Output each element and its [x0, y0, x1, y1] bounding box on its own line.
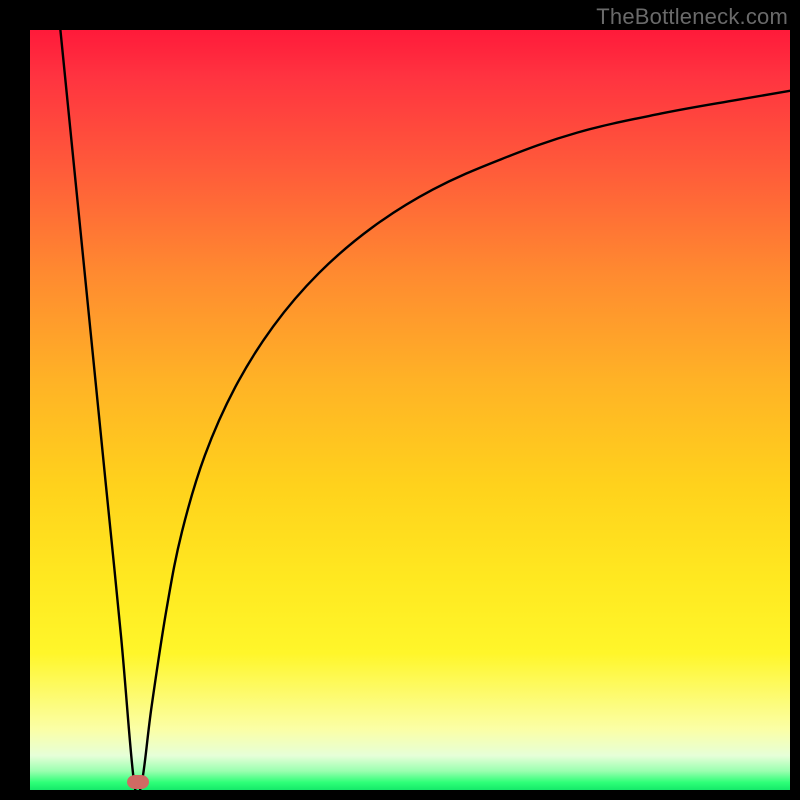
curve-path: [60, 30, 790, 790]
plot-area: [30, 30, 790, 790]
watermark-text: TheBottleneck.com: [596, 4, 788, 30]
optimal-point-marker: [127, 775, 149, 789]
bottleneck-curve: [30, 30, 790, 790]
